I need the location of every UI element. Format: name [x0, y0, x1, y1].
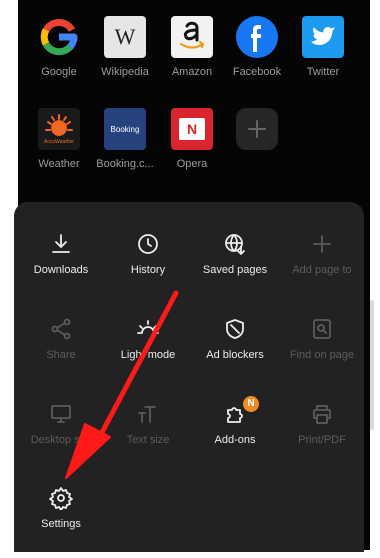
annotation-arrow	[65, 290, 179, 479]
